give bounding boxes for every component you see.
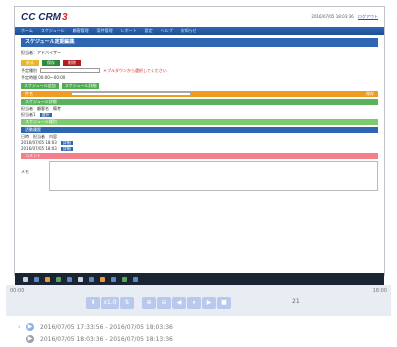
row-detail-button[interactable]: 詳細 <box>60 140 73 145</box>
clip-list-item[interactable]: › ▶ 2016/07/05 17:33:56 - 2016/07/05 18:… <box>18 322 173 332</box>
table-header: 担当者 顧客名 備考 <box>21 106 378 111</box>
schedule-detail-label: スケジュール詳細 <box>25 99 57 104</box>
app-icon[interactable] <box>111 276 116 282</box>
app-icon[interactable] <box>133 276 138 282</box>
clip-label: 2016/07/05 18:03:36 - 2016/07/05 18:13:3… <box>40 335 173 343</box>
table-row: 2016/07/05 18:03 詳細 <box>21 146 378 151</box>
row-text: 担当者1 <box>21 111 36 117</box>
header-customer: 顧客名 <box>37 105 49 111</box>
app-icon[interactable] <box>56 276 61 282</box>
speed-toggle-button[interactable]: ⇅ <box>120 297 134 309</box>
activity-label: 活動履歴 <box>25 127 41 132</box>
table-row: 2016/07/05 18:03 詳細 <box>21 140 378 145</box>
save-button[interactable]: 保存 <box>42 60 60 66</box>
app-icon[interactable] <box>100 276 105 282</box>
time-end: 18:00 <box>372 288 387 294</box>
nav-item-projects[interactable]: 案件管理 <box>97 28 113 34</box>
subject-input[interactable] <box>71 92 191 96</box>
time-start: 00:00 <box>10 288 25 294</box>
row-text: 2016/07/05 18:03 <box>21 146 57 151</box>
type-label: 予定種別 <box>21 67 37 73</box>
app-icon[interactable] <box>122 276 127 282</box>
schedule-detail-bar: スケジュール詳細 <box>21 99 378 105</box>
pause-button[interactable]: ⏸ <box>187 297 201 309</box>
page-number: 21 <box>292 298 300 305</box>
header-content: 内容 <box>49 133 57 139</box>
comment-label: コメント <box>25 153 41 158</box>
nav-item-customers[interactable]: 顧客管理 <box>73 28 89 34</box>
memo-textarea[interactable] <box>49 161 378 191</box>
row-detail-button[interactable]: 詳細 <box>60 146 73 151</box>
speed-button[interactable]: x1.0 <box>101 297 119 309</box>
app-icon[interactable] <box>89 276 94 282</box>
clip-label: 2016/07/05 17:33:56 - 2016/07/05 18:03:3… <box>40 323 173 331</box>
zoom-out-button[interactable]: ⊖ <box>157 297 171 309</box>
row-select-button[interactable]: 選択 <box>39 112 52 117</box>
download-button[interactable]: ⬇ <box>86 297 100 309</box>
stop-button[interactable]: ■ <box>217 297 231 309</box>
nav-item-help[interactable]: ヘルプ <box>161 28 173 34</box>
schedule-buttons: スケジュール追加 スケジュール詳細 <box>21 83 378 89</box>
user-datetime: 2016/07/05 18:03:36 <box>311 14 354 19</box>
clip-list-item[interactable]: ▶ 2016/07/05 18:03:36 - 2016/07/05 18:13… <box>18 334 173 344</box>
start-icon[interactable] <box>23 276 28 282</box>
detail-schedule-button[interactable]: スケジュール詳細 <box>61 83 100 89</box>
time-line: 予定時間 00:00〜00:00 <box>21 75 378 80</box>
nav-item-reports[interactable]: レポート <box>121 28 137 34</box>
nav-item-schedule[interactable]: スケジュール <box>41 28 65 34</box>
main-nav: ホーム スケジュール 顧客管理 案件管理 レポート 設定 ヘルプ お知らせ <box>15 27 384 35</box>
table-row: 担当者1 選択 <box>21 112 378 117</box>
rewind-button[interactable]: ◀ <box>172 297 186 309</box>
subject-save-link[interactable]: 保存 <box>366 91 374 97</box>
header-note: 備考 <box>53 105 61 111</box>
play-circle-icon: ▶ <box>26 323 34 331</box>
action-buttons: 戻る 保存 削除 <box>21 60 378 66</box>
nav-item-home[interactable]: ホーム <box>21 28 33 34</box>
logout-link[interactable]: ログアウト <box>358 14 378 19</box>
time-label: 予定時間 00:00〜00:00 <box>21 74 66 80</box>
subject-label: 件名 <box>25 91 33 96</box>
type-line: 予定種別 ＊プルダウンから選択してください <box>21 68 378 73</box>
top-header: CC CRM3 2016/07/05 18:03:36 ログアウト <box>15 7 384 27</box>
memo-label: メモ <box>21 169 29 174</box>
comment-bar: コメント <box>21 153 378 159</box>
forward-button[interactable]: ▶ <box>202 297 216 309</box>
app-icon[interactable] <box>34 276 39 282</box>
page-title: スケジュール定期編集 <box>21 38 378 47</box>
screen-frame: CC CRM3 2016/07/05 18:03:36 ログアウト ホーム スケ… <box>14 6 385 276</box>
back-button[interactable]: 戻る <box>21 60 39 66</box>
delete-button[interactable]: 削除 <box>63 60 81 66</box>
type-warning: ＊プルダウンから選択してください <box>103 67 167 73</box>
page-content: スケジュール定期編集 担当者：アドバイザー 戻る 保存 削除 予定種別 ＊プルダ… <box>15 35 384 194</box>
subject-bar: 件名 保存 <box>21 91 378 97</box>
nav-item-news[interactable]: お知らせ <box>181 28 197 34</box>
chevron-right-icon: › <box>18 323 21 331</box>
app-logo: CC CRM3 <box>21 12 68 23</box>
assignee-field: 担当者：アドバイザー <box>21 50 61 55</box>
row-text: 2016/07/05 18:03 <box>21 140 57 145</box>
schedule-type-label: スケジュール種別 <box>25 119 57 124</box>
logo-text: CC CRM <box>21 11 61 23</box>
nav-item-settings[interactable]: 設定 <box>145 28 153 34</box>
folder-icon[interactable] <box>45 276 50 282</box>
user-info: 2016/07/05 18:03:36 ログアウト <box>311 14 378 20</box>
taskbar <box>15 273 384 285</box>
logo-suffix: 3 <box>62 11 68 23</box>
playback-controls: 00:00 18:00 ⬇ x1.0 ⇅ ⊕ ⊖ ◀ ⏸ ▶ ■ 21 <box>6 285 391 316</box>
activity-header: 日時 担当者 内容 <box>21 134 378 139</box>
app-icon[interactable] <box>78 276 83 282</box>
zoom-in-button[interactable]: ⊕ <box>142 297 156 309</box>
play-circle-icon: ▶ <box>26 335 34 343</box>
add-schedule-button[interactable]: スケジュール追加 <box>21 83 59 89</box>
type-select[interactable] <box>40 68 100 73</box>
schedule-type-bar: スケジュール種別 <box>21 119 378 125</box>
memo-area: メモ <box>21 161 378 191</box>
header-assignee2: 担当者 <box>33 133 45 139</box>
app-icon[interactable] <box>67 276 72 282</box>
activity-bar: 活動履歴 <box>21 127 378 133</box>
header-datetime: 日時 <box>21 133 29 139</box>
